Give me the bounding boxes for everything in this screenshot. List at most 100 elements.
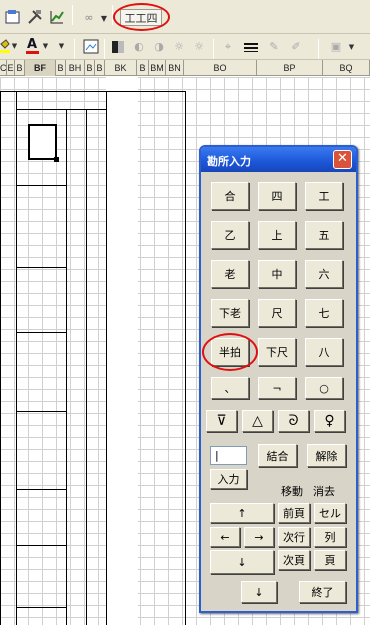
border-line (16, 607, 66, 608)
highlight-ellipse (202, 333, 258, 371)
next-row-button[interactable]: 次行 (278, 527, 310, 547)
active-cell[interactable] (28, 124, 57, 160)
border-line (16, 109, 106, 110)
toolbar-formatting: ▼ A ▼ ▼ ◐ ◑ ☼ ☼ ⌖ ✎ ✐ ▣ ▼ (0, 34, 370, 60)
chevron-down-icon[interactable]: ▼ (42, 41, 49, 51)
down-button-2[interactable]: ↓ (241, 581, 277, 603)
input-button[interactable]: 入力 (210, 469, 247, 489)
image-control-icon[interactable] (110, 39, 126, 54)
note-button-老[interactable]: 老 (211, 260, 249, 288)
column-header[interactable]: B (85, 60, 95, 76)
link-icon[interactable]: ∞ (78, 9, 100, 25)
transparent-color-icon[interactable]: ▣ (328, 39, 344, 54)
font-color-icon[interactable]: A (24, 37, 40, 55)
column-header-row: C E B BF B BH B B BK B BM BN BO BP BQ (0, 60, 370, 76)
border-line (0, 91, 186, 92)
column-header[interactable]: BM (149, 60, 166, 76)
note-button-下老[interactable]: 下老 (211, 299, 249, 327)
note-button-八[interactable]: 八 (305, 338, 343, 366)
border-line (0, 91, 1, 625)
up-button[interactable]: ↑ (210, 503, 274, 523)
move-label: 移動 (281, 485, 303, 498)
combine-button[interactable]: 結合 (258, 444, 297, 467)
recolor-icon[interactable]: ✎ (266, 39, 282, 54)
column-header[interactable]: BN (166, 60, 184, 76)
chart-icon[interactable] (48, 8, 66, 26)
toolbar-separator (104, 39, 105, 59)
border-line (106, 91, 107, 625)
note-button-尺[interactable]: 尺 (258, 299, 296, 327)
tools-icon[interactable] (26, 8, 44, 26)
column-header[interactable]: C (0, 60, 7, 76)
symbol-button-1[interactable]: ⊽ (206, 410, 237, 432)
sun-dim-icon[interactable]: ☼ (191, 39, 207, 54)
prev-page-button[interactable]: 前頁 (278, 503, 310, 523)
chevron-down-icon[interactable]: ▼ (11, 41, 18, 51)
pencil-icon[interactable]: ✐ (288, 39, 304, 54)
delete-cell-button[interactable]: セル (314, 503, 346, 523)
line-style-icon[interactable] (242, 39, 260, 54)
left-button[interactable]: ← (210, 527, 240, 547)
column-header[interactable]: B (56, 60, 66, 76)
empty-column-region (106, 77, 138, 625)
toolbar-separator (213, 39, 214, 59)
note-button-合[interactable]: 合 (211, 182, 249, 210)
column-header[interactable]: BH (66, 60, 85, 76)
border-line (16, 185, 66, 186)
next-page-button[interactable]: 次頁 (278, 550, 310, 570)
note-button-上[interactable]: 上 (258, 221, 296, 249)
delete-page-button[interactable]: 頁 (314, 550, 346, 570)
right-button[interactable]: → (244, 527, 274, 547)
note-button-工[interactable]: 工 (305, 182, 343, 210)
symbol-button-3[interactable]: ᘐ (278, 410, 309, 432)
crop-icon[interactable]: ⌖ (220, 39, 236, 54)
note-button-六[interactable]: 六 (305, 260, 343, 288)
symbol-button-4[interactable]: ♀ (314, 410, 345, 432)
chevron-down-icon[interactable]: ▼ (100, 12, 108, 24)
note-button-hook[interactable]: ¬ (258, 377, 296, 399)
column-header[interactable]: BP (257, 60, 323, 76)
chevron-down-icon[interactable]: ▼ (348, 42, 355, 52)
sun-icon[interactable]: ☼ (171, 39, 187, 54)
kandokoro-text-field[interactable]: | (210, 446, 247, 465)
note-button-中[interactable]: 中 (258, 260, 296, 288)
toolbar-top: ∞ ▼ 工工四 (0, 0, 370, 34)
contrast-icon[interactable]: ◐ (131, 39, 147, 54)
column-header[interactable]: B (95, 60, 105, 76)
delete-label: 消去 (313, 485, 335, 498)
border-line (86, 109, 87, 625)
column-header[interactable]: BO (184, 60, 257, 76)
brightness-icon[interactable]: ◑ (151, 39, 167, 54)
fill-handle[interactable] (54, 157, 59, 162)
form-icon[interactable] (4, 8, 22, 26)
note-button-乙[interactable]: 乙 (211, 221, 249, 249)
note-button-四[interactable]: 四 (258, 182, 296, 210)
toolbar-separator (74, 39, 75, 59)
column-header[interactable]: E (7, 60, 15, 76)
border-line (185, 91, 186, 625)
note-button-circle[interactable]: ○ (305, 377, 343, 399)
toolbar-separator (318, 39, 319, 59)
close-button[interactable]: ✕ (333, 150, 352, 169)
border-line (16, 332, 66, 333)
symbol-button-2[interactable]: △ (242, 410, 273, 432)
kandokoro-input-dialog: 勘所入力 ✕ 合 四 工 乙 上 五 老 中 六 下老 尺 七 半拍 下尺 八 … (199, 145, 358, 613)
down-button[interactable]: ↓ (210, 550, 274, 574)
end-button[interactable]: 終了 (299, 581, 346, 603)
note-button-五[interactable]: 五 (305, 221, 343, 249)
insert-picture-icon[interactable] (82, 38, 100, 55)
note-button-七[interactable]: 七 (305, 299, 343, 327)
column-header[interactable]: B (15, 60, 25, 76)
border-line (16, 411, 66, 412)
column-header[interactable]: BQ (323, 60, 370, 76)
column-header[interactable]: B (137, 60, 149, 76)
release-button[interactable]: 解除 (307, 444, 346, 467)
border-line (16, 545, 66, 546)
note-button-comma[interactable]: 、 (211, 377, 249, 399)
delete-column-button[interactable]: 列 (314, 527, 346, 547)
note-button-下尺[interactable]: 下尺 (258, 338, 296, 366)
chevron-down-icon[interactable]: ▼ (58, 41, 65, 51)
column-header[interactable]: BF (25, 60, 56, 76)
fill-color-icon[interactable] (0, 38, 10, 54)
column-header[interactable]: BK (105, 60, 137, 76)
